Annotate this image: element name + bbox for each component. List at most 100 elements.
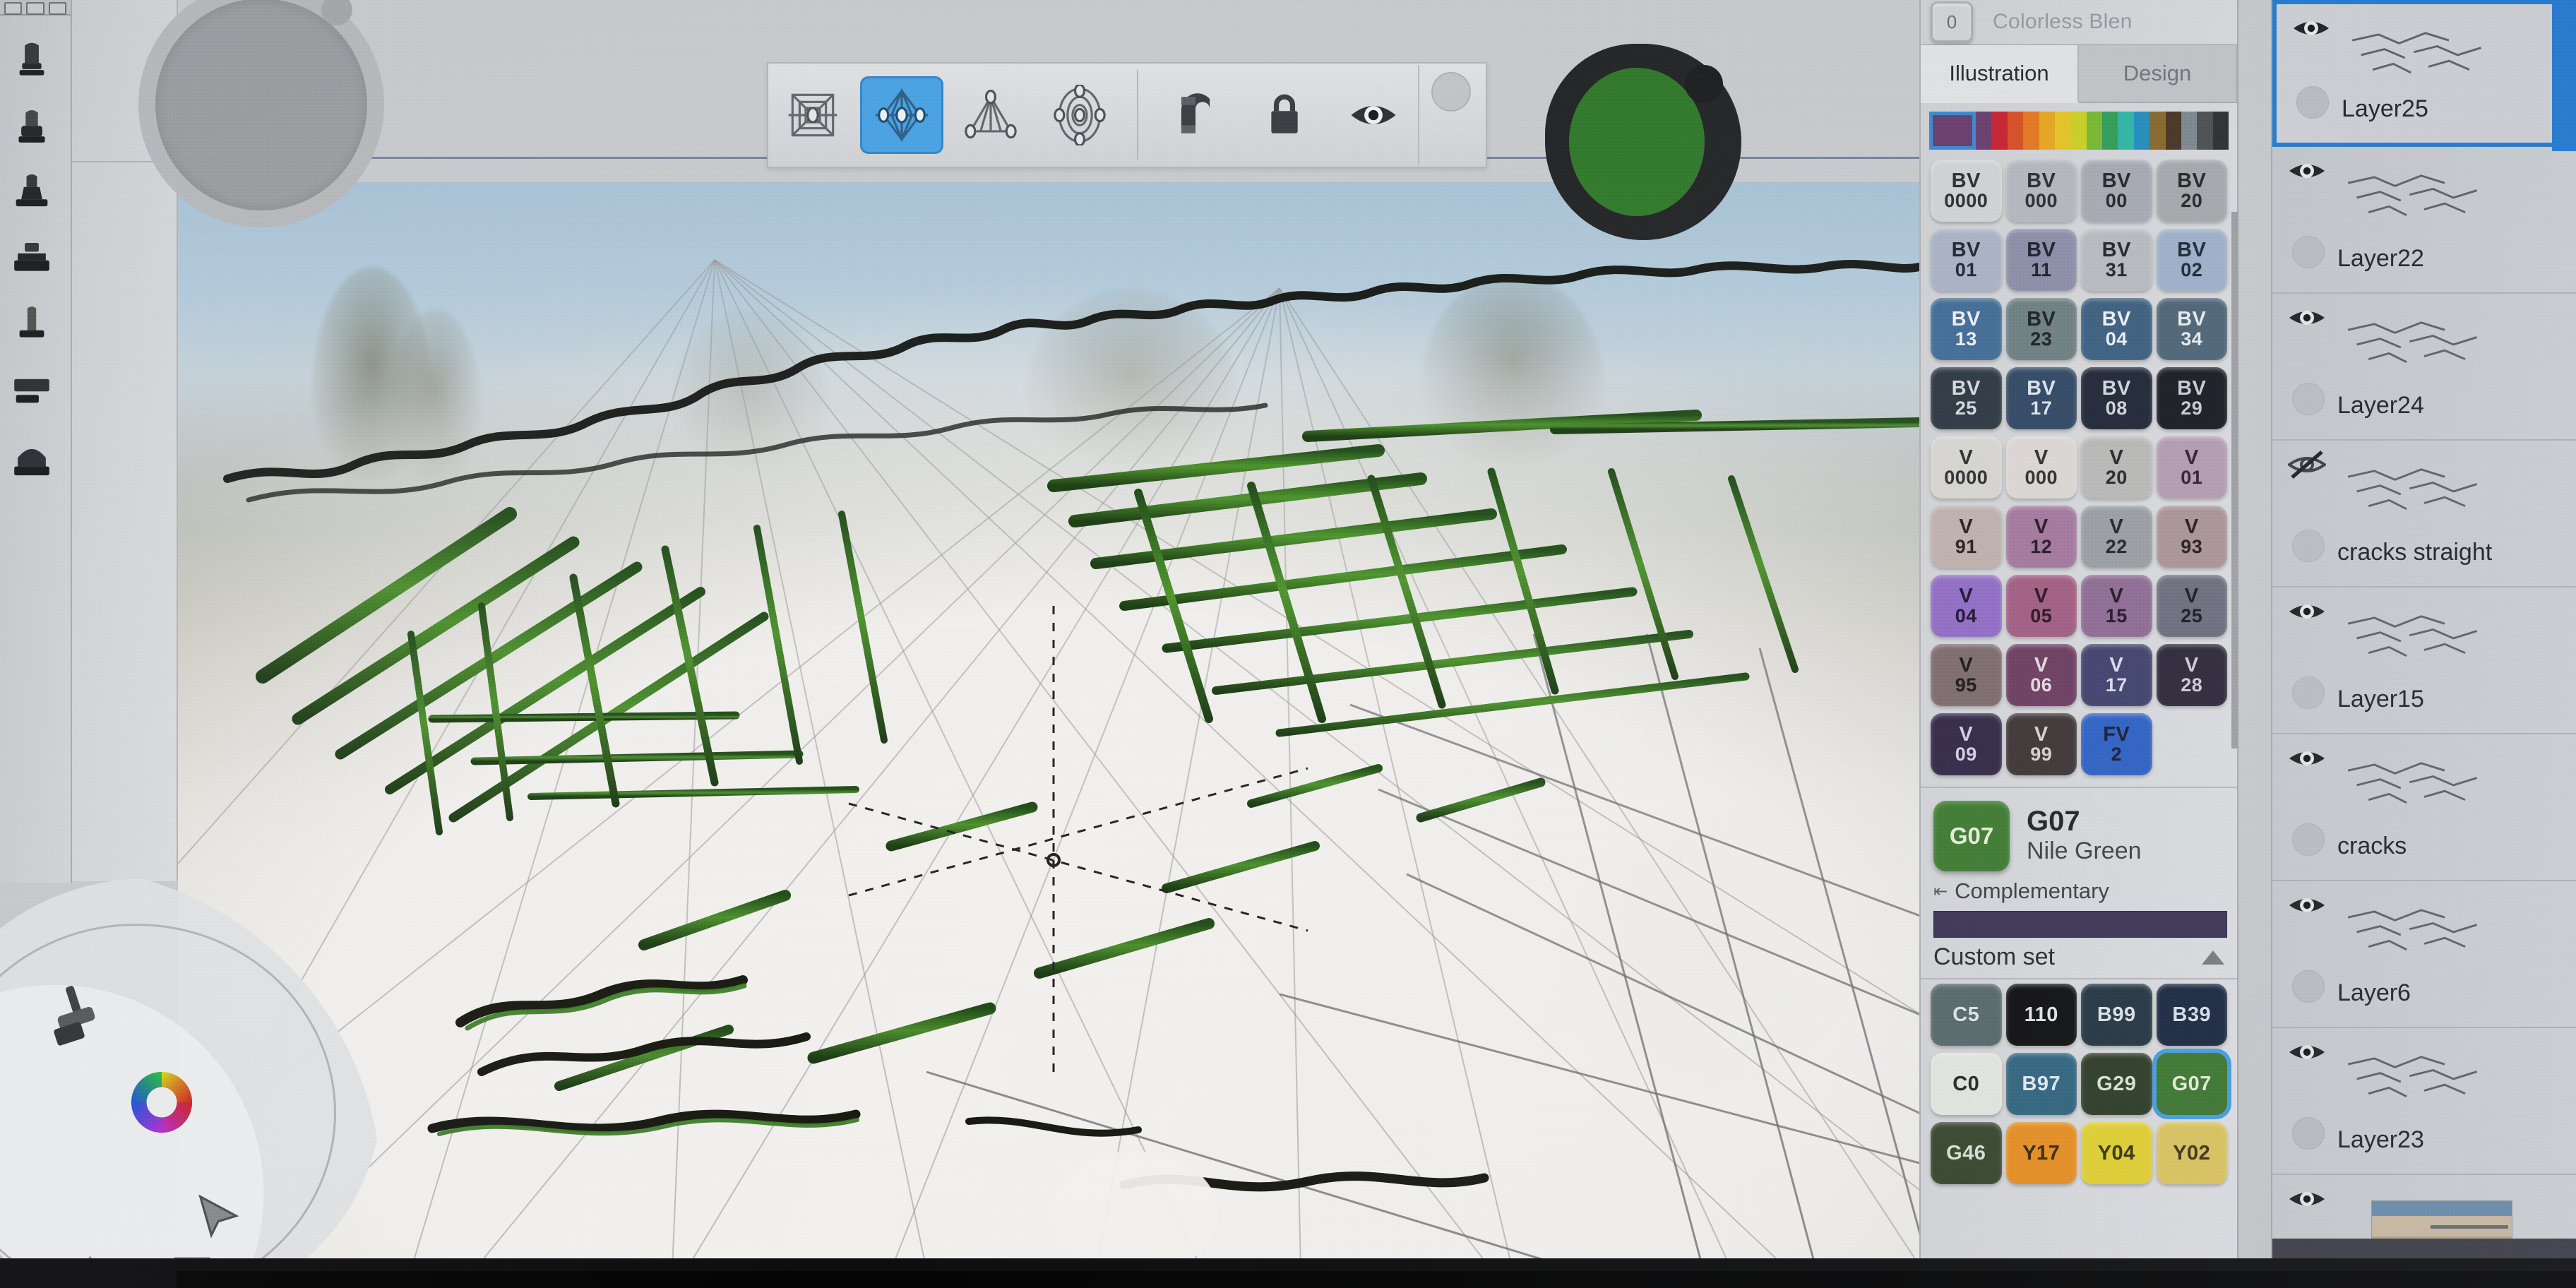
hue-strip-cell[interactable] xyxy=(2197,112,2213,150)
color-swatch[interactable]: V 99 xyxy=(2005,713,2077,775)
tool-fill[interactable] xyxy=(4,428,59,493)
hue-strip[interactable] xyxy=(1976,112,2229,150)
color-swatch[interactable]: BV 34 xyxy=(2156,298,2227,360)
color-swatch[interactable]: V 05 xyxy=(2005,575,2077,637)
color-set-panel[interactable]: 0 Colorless Blen Illustration Design BV 0… xyxy=(1919,0,2238,1288)
rail-mini-button[interactable] xyxy=(48,2,66,15)
expand-toggle-icon[interactable]: ⇤ xyxy=(1933,881,1948,902)
perspective-ruler-button[interactable] xyxy=(949,76,1032,154)
color-swatch[interactable]: BV 13 xyxy=(1931,298,2002,360)
custom-swatch[interactable]: G46 xyxy=(1931,1122,2002,1184)
complementary-row[interactable]: ⇤ Complementary xyxy=(1921,874,2237,904)
current-hue-swatch[interactable] xyxy=(1929,112,1976,150)
color-swatch[interactable]: V 04 xyxy=(1931,575,2002,637)
layer-visibility-toggle-on[interactable] xyxy=(2288,597,2326,629)
color-swatch[interactable]: V 000 xyxy=(2005,436,2077,499)
hue-strip-row[interactable] xyxy=(1929,112,2229,150)
hue-strip-cell[interactable] xyxy=(2070,112,2087,150)
hue-strip-cell[interactable] xyxy=(1976,112,1992,150)
color-swatch[interactable]: V 17 xyxy=(2081,644,2152,706)
eye-icon[interactable] xyxy=(2288,597,2326,626)
tool-pen[interactable] xyxy=(4,30,59,95)
color-swatch[interactable]: BV 17 xyxy=(2005,367,2077,429)
current-color-indicator[interactable] xyxy=(1545,44,1741,240)
color-swatch[interactable]: BV 0000 xyxy=(1931,160,2002,222)
hue-strip-cell[interactable] xyxy=(2023,112,2039,150)
custom-swatch[interactable]: Y17 xyxy=(2005,1122,2077,1184)
layer-visibility-toggle-on[interactable] xyxy=(2288,744,2326,776)
eye-icon[interactable] xyxy=(2288,304,2326,332)
custom-swatch[interactable]: B97 xyxy=(2005,1053,2077,1115)
custom-swatch[interactable]: B39 xyxy=(2156,984,2227,1046)
layer-palette-lock-dot[interactable] xyxy=(2292,823,2325,856)
color-swatch[interactable]: FV 2 xyxy=(2081,713,2152,775)
tool-decoration[interactable] xyxy=(4,229,59,294)
radial-brush[interactable] xyxy=(41,983,109,1056)
color-swatch[interactable]: V 09 xyxy=(1931,713,2002,775)
concentric-circle-ruler-button[interactable] xyxy=(1038,76,1121,154)
symmetry-ruler-guide[interactable] xyxy=(178,182,1919,1268)
layer-palette-lock-dot[interactable] xyxy=(2292,970,2325,1003)
eye-icon[interactable] xyxy=(2288,744,2326,773)
hue-strip-cell[interactable] xyxy=(2165,112,2181,150)
custom-set-header[interactable]: Custom set xyxy=(1921,938,2237,979)
color-swatch[interactable]: V 28 xyxy=(2156,644,2227,706)
layer-palette-lock-dot[interactable] xyxy=(2292,383,2325,415)
custom-swatch[interactable]: Y02 xyxy=(2156,1122,2227,1184)
triangle-up-icon[interactable] xyxy=(2202,950,2224,965)
color-swatch[interactable]: V 91 xyxy=(1931,506,2002,568)
eye-icon[interactable] xyxy=(2288,891,2326,919)
color-swatch[interactable]: BV 23 xyxy=(2005,298,2077,360)
custom-set-grid[interactable]: C5 110 B99 B39 C0 B97 G29 G07 G46 Y17 Y04 Y02 xyxy=(1921,979,2237,1193)
complementary-color-bar[interactable] xyxy=(1933,911,2227,938)
color-swatch[interactable]: BV 01 xyxy=(1931,229,2002,291)
tool-brush[interactable] xyxy=(4,162,59,227)
layer-row[interactable]: Layer24 xyxy=(2272,294,2576,441)
layer-palette-lock-dot[interactable] xyxy=(2292,530,2325,562)
color-swatch[interactable]: V 01 xyxy=(2156,436,2227,499)
color-swatch[interactable]: BV 20 xyxy=(2156,160,2227,222)
eye-icon[interactable] xyxy=(2292,14,2330,42)
lock-ruler-button[interactable] xyxy=(1243,76,1326,154)
custom-swatch[interactable]: C0 xyxy=(1931,1053,2002,1115)
color-swatch[interactable]: V 20 xyxy=(2081,436,2152,499)
layer-row[interactable]: cracks straight xyxy=(2272,441,2576,588)
hue-strip-cell[interactable] xyxy=(2007,112,2024,150)
color-swatch[interactable]: BV 31 xyxy=(2081,229,2152,291)
hue-strip-cell[interactable] xyxy=(2054,112,2071,150)
layer-visibility-toggle-on[interactable] xyxy=(2288,304,2326,335)
color-swatch[interactable]: V 95 xyxy=(1931,644,2002,706)
layer-row[interactable]: Layer15 xyxy=(2272,588,2576,734)
tool-blend[interactable] xyxy=(4,362,59,427)
tool-bar-corner-dot[interactable] xyxy=(1431,72,1471,112)
layer-visibility-toggle-on[interactable] xyxy=(2288,157,2326,189)
layer-palette-lock-dot[interactable] xyxy=(2292,676,2325,709)
color-swatch[interactable]: V 93 xyxy=(2156,506,2227,568)
rail-mini-button[interactable] xyxy=(26,2,44,15)
symmetrical-ruler-button[interactable] xyxy=(860,76,943,154)
color-swatch[interactable]: BV 25 xyxy=(1931,367,2002,429)
tool-eraser[interactable] xyxy=(4,295,59,360)
color-swatch[interactable]: V 15 xyxy=(2081,575,2152,637)
hue-strip-cell[interactable] xyxy=(2039,112,2055,150)
color-swatch[interactable]: BV 000 xyxy=(2005,160,2077,222)
color-swatch[interactable]: BV 29 xyxy=(2156,367,2227,429)
tool-airbrush[interactable] xyxy=(4,96,59,161)
color-swatch-grid[interactable]: BV 0000 BV 000 BV 00 BV 20 BV 01 BV 11 BV 31 BV 02 BV 13 B… xyxy=(1921,155,2237,784)
blender-swatch[interactable]: 0 xyxy=(1931,1,1973,42)
hue-strip-cell[interactable] xyxy=(2212,112,2229,150)
layer-row[interactable]: Layer25 xyxy=(2272,0,2576,147)
layer-visibility-toggle-on[interactable] xyxy=(2288,1038,2326,1070)
layer-visibility-toggle-on[interactable] xyxy=(2288,1185,2326,1217)
color-swatch[interactable]: V 25 xyxy=(2156,575,2227,637)
parallel-line-ruler-button[interactable] xyxy=(771,76,854,154)
layers-panel[interactable]: Layer25 Layer22 Layer24 cracks straight Laye… xyxy=(2271,0,2576,1288)
drawing-canvas[interactable] xyxy=(178,182,1919,1268)
color-swatch[interactable]: V 06 xyxy=(2005,644,2077,706)
eye-icon[interactable] xyxy=(2288,1185,2326,1213)
color-swatch[interactable]: BV 00 xyxy=(2081,160,2152,222)
layers-panel-resize-handle[interactable] xyxy=(2431,1225,2508,1229)
layer-palette-lock-dot[interactable] xyxy=(2292,236,2325,268)
custom-swatch[interactable]: G29 xyxy=(2081,1053,2152,1115)
layer-palette-lock-dot[interactable] xyxy=(2292,1117,2325,1150)
